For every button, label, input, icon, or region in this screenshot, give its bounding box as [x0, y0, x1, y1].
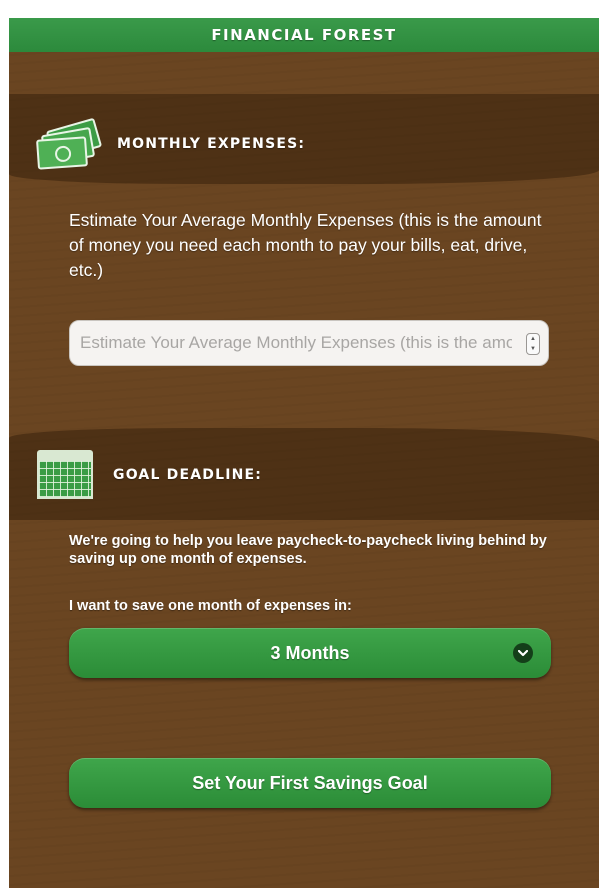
- app-screen: FINANCIAL FOREST MONTHLY EXPENSES: Estim…: [9, 18, 599, 888]
- top-bar: FINANCIAL FOREST: [9, 18, 599, 52]
- set-savings-goal-label: Set Your First Savings Goal: [192, 772, 428, 793]
- goal-description: We're going to help you leave paycheck-t…: [69, 533, 547, 567]
- number-spinner[interactable]: ▲ ▼: [526, 333, 540, 355]
- goal-section-header: GOAL DEADLINE:: [37, 450, 262, 500]
- expenses-section-header: MONTHLY EXPENSES:: [36, 117, 306, 170]
- expenses-description: Estimate Your Average Monthly Expenses (…: [69, 210, 542, 280]
- spinner-down-icon[interactable]: ▼: [530, 346, 536, 352]
- goal-section-title: GOAL DEADLINE:: [113, 467, 263, 483]
- spinner-up-icon[interactable]: ▲: [530, 336, 536, 342]
- set-savings-goal-button[interactable]: Set Your First Savings Goal: [69, 758, 551, 808]
- app-title: FINANCIAL FOREST: [211, 26, 397, 44]
- monthly-expenses-input[interactable]: ▲ ▼: [69, 320, 549, 366]
- money-icon: [36, 117, 103, 170]
- chevron-down-icon[interactable]: [513, 643, 533, 663]
- calendar-icon: [37, 450, 93, 500]
- save-period-label: I want to save one month of expenses in:: [69, 598, 352, 614]
- monthly-expenses-field[interactable]: [80, 333, 512, 353]
- expenses-section-title: MONTHLY EXPENSES:: [117, 136, 306, 152]
- months-select[interactable]: 3 Months: [69, 628, 551, 678]
- months-select-value: 3 Months: [270, 642, 350, 663]
